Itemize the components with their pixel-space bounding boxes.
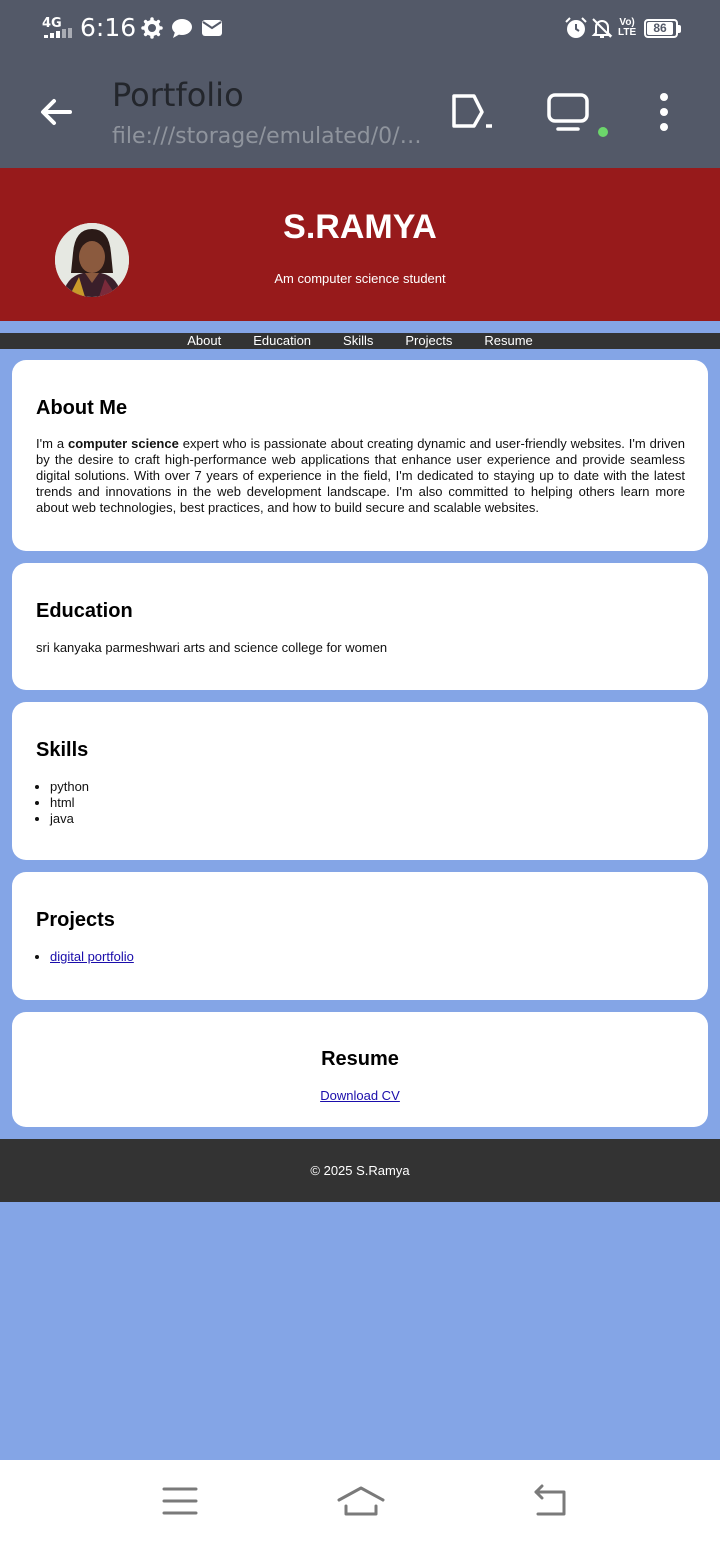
alarm-icon [565, 17, 587, 38]
settings-icon [141, 17, 163, 39]
nav-projects[interactable]: Projects [405, 333, 452, 349]
project-link[interactable]: digital portfolio [50, 949, 134, 964]
back-icon[interactable] [530, 1484, 570, 1518]
projects-list: digital portfolio [50, 949, 134, 965]
about-section: About Me I'm a computer science expert w… [12, 360, 708, 551]
nav-resume[interactable]: Resume [484, 333, 532, 349]
chat-icon [172, 19, 192, 38]
monitor-icon[interactable] [546, 92, 590, 132]
web-page: S.RAMYA Am computer science student Abou… [0, 168, 720, 1460]
education-section: Education sri kanyaka parmeshwari arts a… [12, 563, 708, 690]
skills-list: python html java [50, 779, 89, 827]
site-footer: © 2025 S.Ramya [0, 1139, 720, 1202]
site-nav: About Education Skills Projects Resume [0, 333, 720, 349]
list-item: python [50, 779, 89, 795]
resume-section: Resume Download CV [12, 1012, 708, 1127]
notifications-off-icon [591, 18, 613, 38]
nav-education[interactable]: Education [253, 333, 311, 349]
mail-icon [202, 20, 222, 36]
about-text: I'm a computer science expert who is pas… [36, 436, 685, 515]
site-name: S.RAMYA [283, 208, 437, 246]
page-url[interactable]: file:///storage/emulated/0/Android/portf… [112, 124, 422, 149]
list-item: java [50, 811, 89, 827]
signal-icon [44, 28, 74, 38]
nav-about[interactable]: About [187, 333, 221, 349]
skills-section: Skills python html java [12, 702, 708, 860]
skills-heading: Skills [36, 739, 89, 761]
back-arrow-icon[interactable] [36, 92, 76, 132]
system-nav-bar [0, 1460, 720, 1544]
site-tagline: Am computer science student [274, 271, 446, 286]
desktop-mode-icon[interactable] [450, 92, 494, 132]
download-cv-link[interactable]: Download CV [12, 1088, 708, 1103]
list-item: digital portfolio [50, 949, 134, 965]
page-title: Portfolio [112, 76, 244, 114]
more-vert-icon[interactable] [642, 92, 686, 132]
status-bar: 4G 6:16 Vo) LTE 86 [0, 0, 720, 56]
about-heading: About Me [36, 397, 128, 419]
battery-level: 86 [647, 22, 673, 35]
battery-icon: 86 [644, 19, 678, 38]
status-dot [598, 127, 608, 137]
recents-menu-icon[interactable] [160, 1484, 200, 1518]
nav-skills[interactable]: Skills [343, 333, 373, 349]
site-header: S.RAMYA Am computer science student [0, 168, 720, 321]
projects-heading: Projects [36, 909, 115, 931]
clock: 6:16 [80, 13, 137, 42]
browser-app-bar: Portfolio file:///storage/emulated/0/And… [0, 56, 720, 168]
battery-tip [678, 25, 681, 33]
list-item: html [50, 795, 89, 811]
education-text: sri kanyaka parmeshwari arts and science… [36, 640, 388, 655]
home-icon[interactable] [336, 1484, 386, 1518]
volte-icon: Vo) LTE [618, 17, 637, 38]
education-heading: Education [36, 600, 133, 622]
projects-section: Projects digital portfolio [12, 872, 708, 1000]
resume-heading: Resume [321, 1048, 399, 1070]
